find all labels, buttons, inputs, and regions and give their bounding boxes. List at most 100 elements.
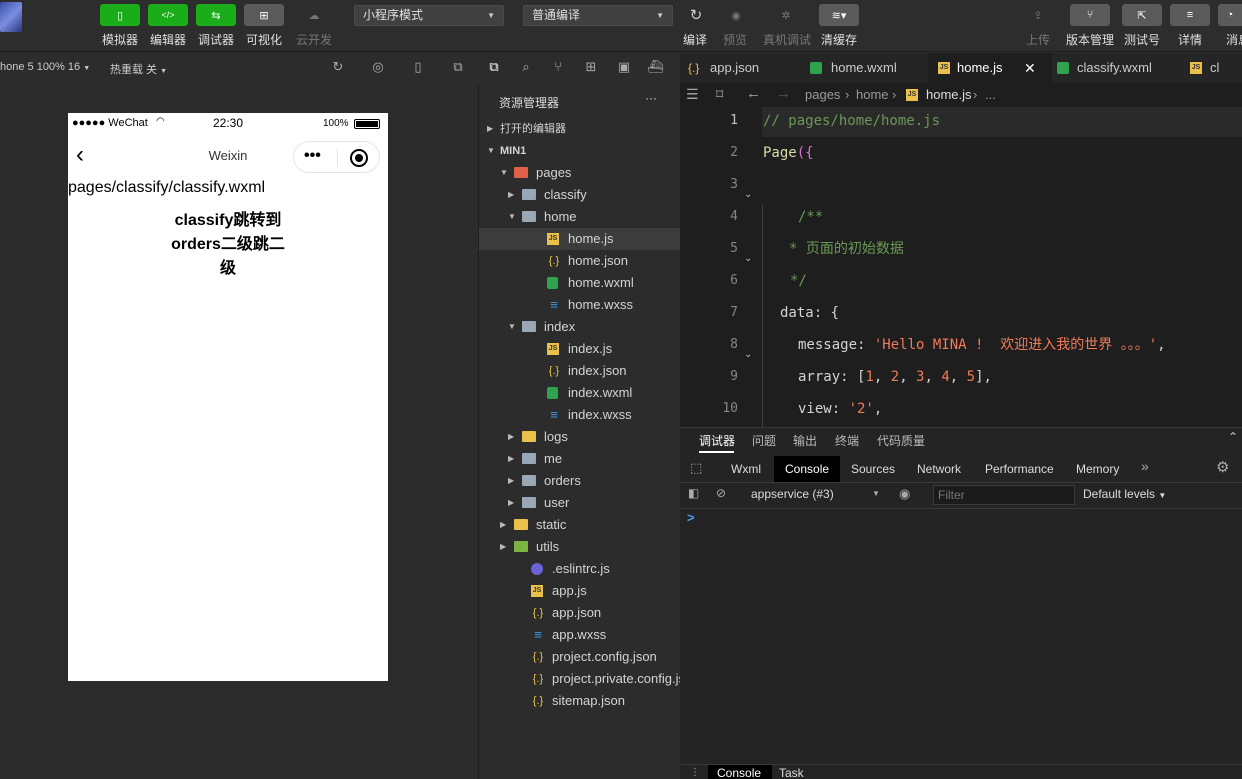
more-icon[interactable]: ··· bbox=[645, 91, 657, 105]
copy-window-icon[interactable]: ⧉ bbox=[450, 59, 466, 75]
panel-performance[interactable]: Performance bbox=[974, 456, 1065, 482]
compile-mode-select[interactable]: 普通编译 ▼ bbox=[523, 5, 673, 26]
fold-icon[interactable]: ⌄ bbox=[744, 253, 752, 264]
real-debug-button[interactable]: ✲ bbox=[766, 4, 806, 26]
search-icon[interactable]: ⌕ bbox=[518, 59, 534, 75]
compile-button[interactable]: ↻ bbox=[676, 4, 716, 26]
bookmark-icon[interactable]: ⌑ bbox=[716, 86, 723, 103]
tree-file[interactable]: ≡ home.wxss bbox=[479, 294, 680, 316]
tree-file[interactable]: {.} project.config.json bbox=[479, 646, 680, 668]
rotate-icon[interactable]: ↻ bbox=[330, 59, 346, 75]
tree-folder[interactable]: ▼ index bbox=[479, 316, 680, 338]
forward-icon[interactable]: → bbox=[776, 85, 791, 102]
tab-debugger[interactable]: 调试器 bbox=[699, 432, 735, 449]
more-dots-icon[interactable]: ••• bbox=[304, 148, 321, 164]
mode-select[interactable]: 小程序模式 ▼ bbox=[354, 5, 504, 26]
tab-classify-js[interactable]: JS cl bbox=[1180, 53, 1242, 83]
tree-folder[interactable]: ▶ classify bbox=[479, 184, 680, 206]
tree-file[interactable]: JS home.js bbox=[479, 228, 680, 250]
tree-folder[interactable]: ▶ me bbox=[479, 448, 680, 470]
breadcrumb-home[interactable]: home bbox=[856, 87, 889, 102]
breadcrumb-more[interactable]: ... bbox=[985, 87, 996, 102]
test-account-button[interactable]: ⇱ bbox=[1122, 4, 1162, 26]
tree-file[interactable]: ≡ app.wxss bbox=[479, 624, 680, 646]
context-select[interactable]: appservice (#3) bbox=[751, 487, 834, 501]
cloud-button[interactable]: ☁ bbox=[294, 4, 334, 26]
tree-folder[interactable]: ▶ user bbox=[479, 492, 680, 514]
panel-memory[interactable]: Memory bbox=[1065, 456, 1130, 482]
stop-icon[interactable]: ◎ bbox=[370, 59, 386, 75]
tree-folder[interactable]: ▼ pages bbox=[479, 162, 680, 184]
tree-file[interactable]: {.} index.json bbox=[479, 360, 680, 382]
breadcrumb-pages[interactable]: pages bbox=[805, 87, 840, 102]
close-icon[interactable]: ✕ bbox=[1024, 53, 1036, 83]
drawer-tab-task[interactable]: Task bbox=[779, 766, 804, 779]
visual-toggle-button[interactable]: ⊞ bbox=[244, 4, 284, 26]
tab-problems[interactable]: 问题 bbox=[752, 432, 776, 449]
details-button[interactable]: ≡ bbox=[1170, 4, 1210, 26]
tree-file[interactable]: {.} project.private.config.js... bbox=[479, 668, 696, 690]
tab-output[interactable]: 输出 bbox=[793, 432, 817, 449]
hot-reload-toggle[interactable]: 热重载 关 ▼ bbox=[110, 61, 167, 77]
tree-folder[interactable]: ▶ static bbox=[479, 514, 680, 536]
tree-file[interactable]: {.} sitemap.json bbox=[479, 690, 680, 712]
drawer-tab-console[interactable]: Console bbox=[708, 765, 772, 779]
tree-folder[interactable]: ▼ home bbox=[479, 206, 680, 228]
collapse-icon[interactable]: ⌃ bbox=[1228, 430, 1238, 444]
simulator-toggle-button[interactable]: ▯ bbox=[100, 4, 140, 26]
git-icon[interactable]: ⑂ bbox=[550, 59, 566, 75]
tree-file[interactable]: home.wxml bbox=[479, 272, 680, 294]
open-editors-section[interactable]: ▶ 打开的编辑器 bbox=[479, 118, 680, 140]
tree-folder[interactable]: ▶ logs bbox=[479, 426, 680, 448]
docker-icon[interactable]: ⛴ bbox=[647, 59, 664, 75]
tree-file[interactable]: ≡ index.wxss bbox=[479, 404, 680, 426]
storage-icon[interactable]: ▣ bbox=[616, 59, 632, 75]
tree-file[interactable]: JS index.js bbox=[479, 338, 680, 360]
tab-terminal[interactable]: 终端 bbox=[835, 432, 859, 449]
upload-button[interactable]: ⇪ bbox=[1018, 4, 1058, 26]
phone-outline-icon[interactable]: ▯ bbox=[410, 59, 426, 75]
clear-cache-button[interactable]: ≋▾ bbox=[819, 4, 859, 26]
list-icon[interactable]: ☰ bbox=[686, 86, 699, 103]
tab-home-js[interactable]: JS home.js ✕ bbox=[928, 53, 1052, 83]
drawer-menu-icon[interactable]: ⋮ bbox=[690, 767, 700, 778]
tree-folder[interactable]: ▶ orders bbox=[479, 470, 680, 492]
fold-icon[interactable]: ⌄ bbox=[744, 349, 752, 360]
tab-home-wxml[interactable]: home.wxml bbox=[802, 53, 927, 83]
panel-network[interactable]: Network bbox=[906, 456, 972, 482]
tab-app-json[interactable]: {.} app.json bbox=[680, 53, 800, 83]
tree-file[interactable]: .eslintrc.js bbox=[479, 558, 680, 580]
fold-icon[interactable]: ⌄ bbox=[744, 189, 752, 200]
more-panels-icon[interactable]: » bbox=[1141, 458, 1149, 474]
panel-console[interactable]: Console bbox=[774, 456, 841, 482]
eye-icon[interactable]: ◉ bbox=[899, 486, 910, 502]
debugger-toggle-button[interactable]: ⇆ bbox=[196, 4, 236, 26]
gear-icon[interactable]: ⚙ bbox=[1216, 458, 1229, 476]
editor-toggle-button[interactable]: </> bbox=[148, 4, 188, 26]
messages-button[interactable]: ◔ bbox=[1218, 4, 1242, 26]
preview-button[interactable]: ◉ bbox=[716, 4, 756, 26]
tree-folder[interactable]: ▶ utils bbox=[479, 536, 680, 558]
tab-code-quality[interactable]: 代码质量 bbox=[877, 432, 925, 449]
breadcrumb-file[interactable]: home.js bbox=[926, 87, 972, 102]
panel-wxml[interactable]: Wxml bbox=[720, 456, 772, 482]
code-area[interactable]: 1 2 3 4 5 6 7 8 9 10 ⌄ ⌄ ⌄ // pages/home/home.js … bbox=[680, 107, 1242, 427]
project-root[interactable]: ▼ MIN1 bbox=[479, 140, 680, 162]
inspect-icon[interactable]: ⬚ bbox=[690, 460, 702, 476]
tree-file[interactable]: index.wxml bbox=[479, 382, 680, 404]
panel-sources[interactable]: Sources bbox=[840, 456, 906, 482]
clear-console-icon[interactable]: ⊘ bbox=[716, 486, 726, 500]
device-select[interactable]: hone 5 100% 16 ▼ bbox=[0, 61, 90, 73]
back-icon[interactable]: ← bbox=[746, 85, 761, 102]
tab-classify-wxml[interactable]: classify.wxml bbox=[1053, 53, 1178, 83]
sidebar-toggle-icon[interactable]: ◧ bbox=[688, 486, 699, 500]
extensions-icon[interactable]: ⊞ bbox=[583, 59, 599, 75]
console-filter-input[interactable] bbox=[933, 485, 1075, 505]
tree-file[interactable]: JS app.js bbox=[479, 580, 680, 602]
console-prompt[interactable]: > bbox=[687, 510, 695, 525]
files-icon[interactable]: ⧉ bbox=[486, 59, 502, 75]
version-button[interactable]: ⑂ bbox=[1070, 4, 1110, 26]
tree-file[interactable]: {.} home.json bbox=[479, 250, 680, 272]
tree-file[interactable]: {.} app.json bbox=[479, 602, 680, 624]
levels-select[interactable]: Default levels ▼ bbox=[1083, 487, 1166, 501]
